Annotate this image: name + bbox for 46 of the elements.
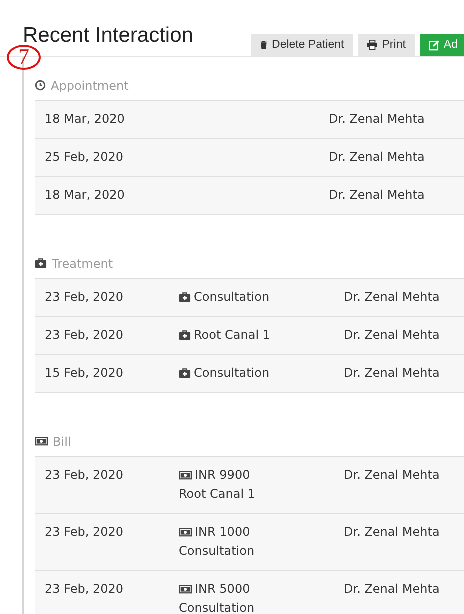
doctor-cell-text: Dr. Zenal Mehta	[329, 150, 426, 165]
date-cell-text: 23 Feb, 2020	[45, 468, 124, 483]
banknote-icon	[179, 584, 192, 594]
doctor-cell-text: Dr. Zenal Mehta	[329, 188, 426, 203]
doctor-cell-text: Dr. Zenal Mehta	[344, 366, 441, 381]
item-cell: INR 5000	[195, 582, 250, 596]
date-cell-text: 18 Mar, 2020	[45, 112, 126, 127]
date-cell-text: 23 Feb, 2020	[45, 582, 124, 597]
section-title: Appointment	[51, 78, 129, 92]
date-cell-text: 25 Feb, 2020	[45, 150, 124, 165]
annotation-circle: 7	[7, 45, 41, 70]
page-title: Recent Interaction	[23, 24, 194, 48]
print-button[interactable]: Print	[358, 34, 415, 56]
medkit-icon	[179, 330, 191, 340]
item-note: Root Canal 1	[179, 487, 256, 502]
item-cell: INR 1000	[195, 525, 250, 539]
item-note: Consultation	[179, 601, 256, 614]
doctor-cell-text: Dr. Zenal Mehta	[344, 328, 441, 343]
delete-button[interactable]: Delete Patient	[251, 34, 354, 56]
item-cell: Consultation	[194, 366, 270, 380]
date-cell-text: 23 Feb, 2020	[45, 525, 124, 540]
item-cell: INR 9900	[195, 468, 250, 482]
banknote-icon	[179, 528, 192, 536]
date-cell-text: 15 Feb, 2020	[45, 366, 124, 381]
doctor-cell-text: Dr. Zenal Mehta	[344, 468, 441, 483]
print-icon	[367, 40, 378, 50]
section-title: Bill	[53, 434, 72, 448]
item-cell: Consultation	[194, 290, 270, 304]
section-title: Treatment	[52, 256, 114, 270]
trash-icon	[260, 40, 268, 50]
doctor-cell-text: Dr. Zenal Mehta	[344, 582, 441, 597]
item-note: Consultation	[179, 544, 256, 559]
medkit-icon	[35, 258, 47, 269]
banknote-icon	[179, 470, 192, 480]
date-cell-text: 23 Feb, 2020	[45, 328, 124, 343]
doctor-cell-text: Dr. Zenal Mehta	[344, 290, 441, 305]
doctor-cell-text: Dr. Zenal Mehta	[344, 525, 441, 540]
clock-icon	[35, 80, 46, 91]
item-cell: Root Canal 1	[194, 328, 270, 342]
date-cell-text: 18 Mar, 2020	[45, 188, 126, 203]
date-cell-text: 23 Feb, 2020	[45, 290, 124, 305]
medkit-icon	[179, 368, 191, 378]
banknote-icon	[35, 437, 48, 446]
medkit-icon	[179, 292, 191, 302]
edit-icon	[428, 40, 440, 50]
doctor-cell-text: Dr. Zenal Mehta	[329, 112, 426, 127]
